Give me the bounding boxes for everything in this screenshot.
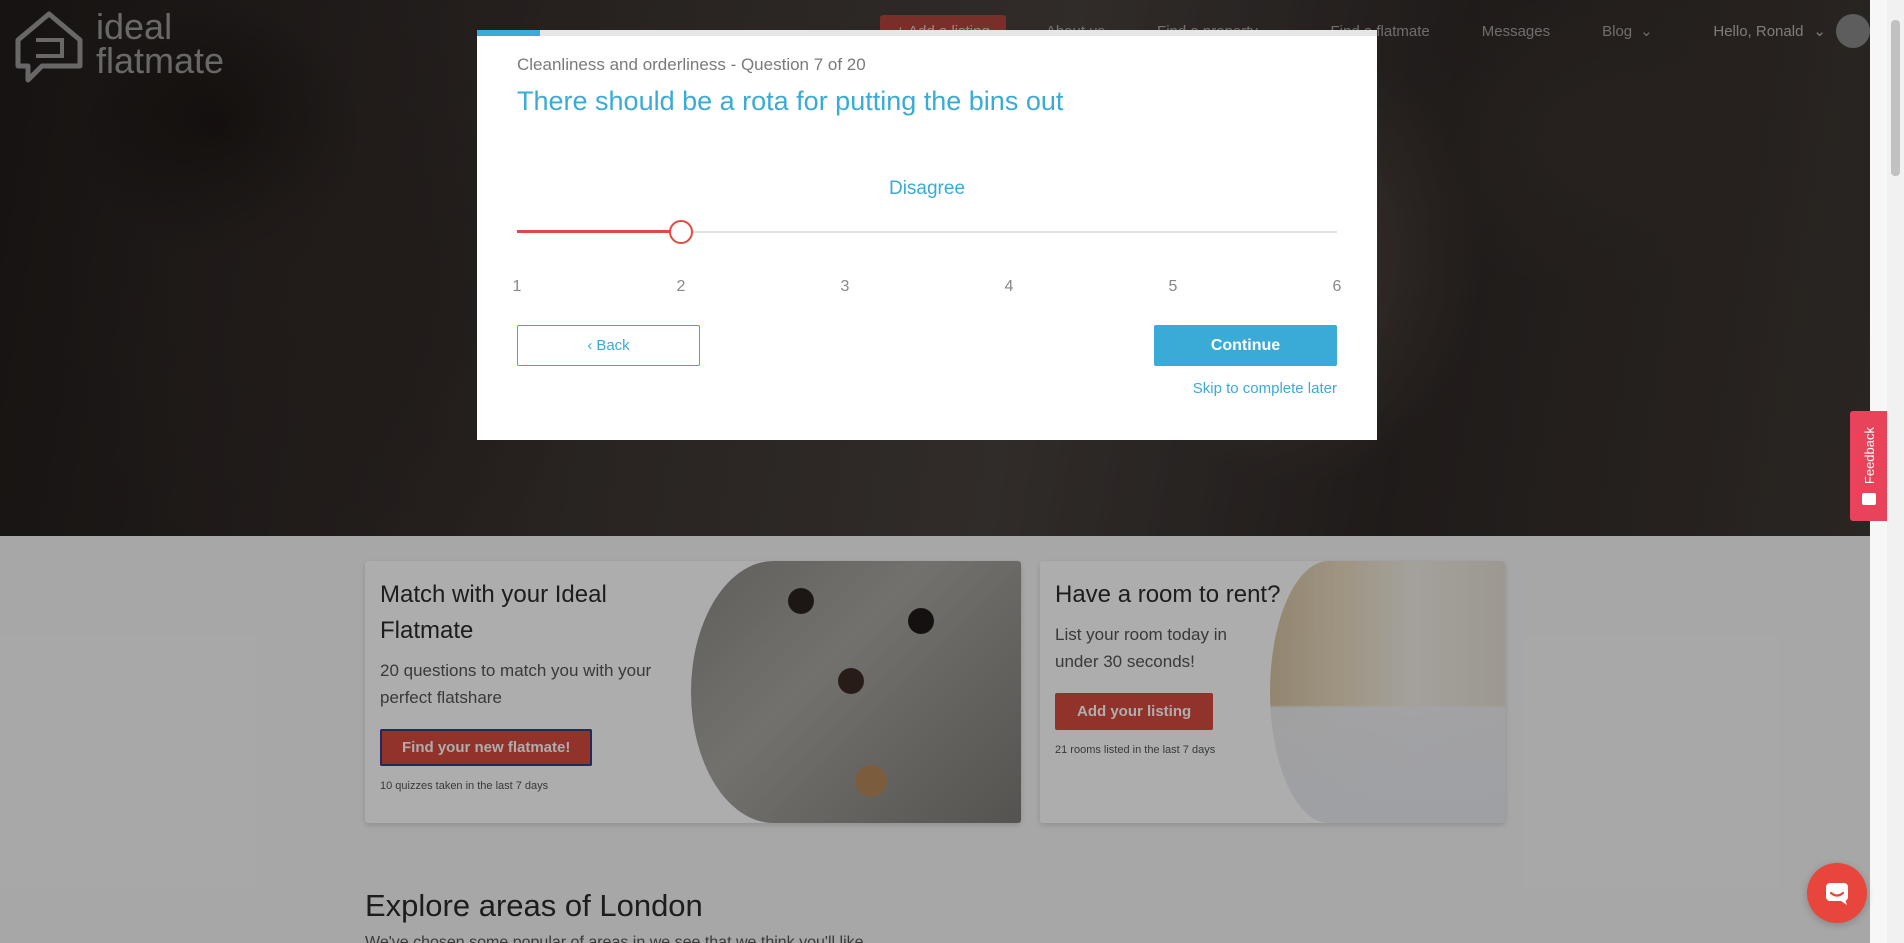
answer-slider[interactable] <box>517 220 1337 244</box>
quiz-modal: Cleanliness and orderliness - Question 7… <box>477 30 1377 440</box>
chevron-left-icon: ‹ <box>587 337 593 354</box>
skip-link[interactable]: Skip to complete later <box>1193 380 1337 397</box>
chat-icon <box>1826 883 1848 905</box>
chat-launcher[interactable] <box>1807 863 1867 923</box>
back-button[interactable]: ‹ Back <box>517 325 700 366</box>
answer-label: Disagree <box>888 178 966 199</box>
back-button-label: Back <box>596 337 630 354</box>
question-category: Cleanliness and orderliness <box>517 55 726 74</box>
slider-tick-label: 5 <box>1168 278 1178 295</box>
quiz-progress-bar <box>477 30 1377 36</box>
slider-tick-label: 6 <box>1332 278 1342 295</box>
scrollbar-thumb[interactable] <box>1891 20 1900 176</box>
question-title: There should be a rota for putting the b… <box>517 86 1064 116</box>
feedback-label: Feedback <box>1861 427 1877 485</box>
continue-button[interactable]: Continue <box>1154 325 1337 366</box>
feedback-icon <box>1862 492 1876 505</box>
slider-tick-label: 4 <box>1004 278 1014 295</box>
slider-tick-label: 2 <box>676 278 686 295</box>
question-counter: - Question 7 of 20 <box>730 55 866 74</box>
page-scrollbar[interactable] <box>1887 0 1904 943</box>
question-meta: Cleanliness and orderliness - Question 7… <box>517 55 866 75</box>
feedback-tab[interactable]: Feedback <box>1850 411 1888 521</box>
quiz-progress-fill <box>477 30 540 36</box>
slider-fill <box>517 230 681 233</box>
slider-tick-label: 1 <box>512 278 522 295</box>
slider-thumb[interactable] <box>669 220 693 244</box>
slider-tick-label: 3 <box>840 278 850 295</box>
